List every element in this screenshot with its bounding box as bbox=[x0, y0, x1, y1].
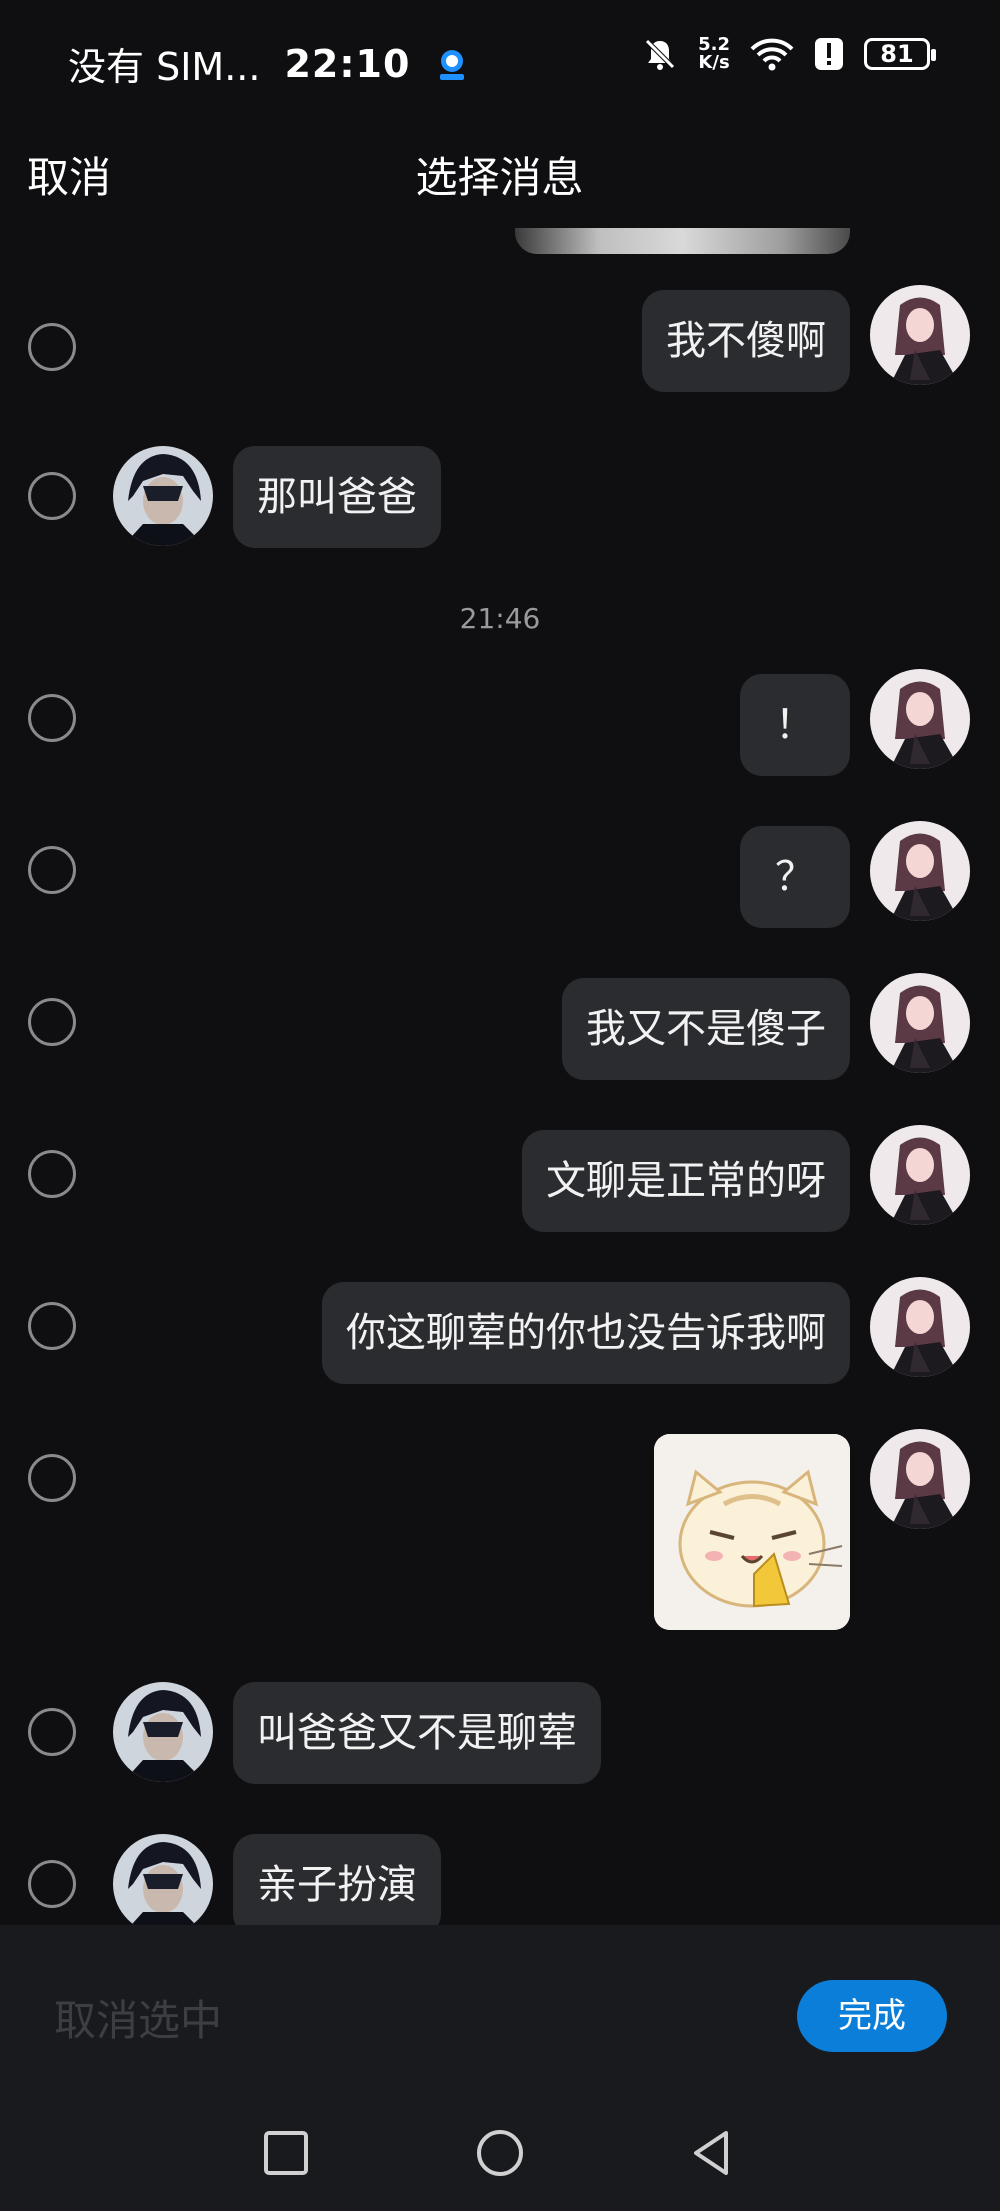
self-avatar[interactable] bbox=[870, 1125, 970, 1225]
select-checkbox[interactable] bbox=[28, 1860, 76, 1908]
partial-image-message bbox=[515, 228, 850, 254]
message-row[interactable]: 那叫爸爸 bbox=[0, 446, 1000, 562]
message-bubble[interactable]: 我又不是傻子 bbox=[562, 978, 850, 1080]
select-checkbox[interactable] bbox=[28, 998, 76, 1046]
page-title-text: 选择消息 bbox=[415, 153, 584, 202]
chat-list[interactable]: 我不傻啊 那叫爸爸 21:46 ！ ？ 我又不是傻子 文聊是正常的呀 你这聊荤的… bbox=[0, 220, 1000, 1925]
speed-unit: K/s bbox=[698, 52, 730, 73]
status-bar: 没有 SIM... 22:10 5.2 K/s 81 bbox=[0, 0, 1000, 120]
contact-avatar[interactable] bbox=[113, 1682, 213, 1782]
battery-indicator: 81 bbox=[864, 38, 936, 70]
status-right: 5.2 K/s 81 bbox=[642, 36, 936, 72]
network-speed: 5.2 K/s bbox=[698, 36, 730, 72]
select-checkbox[interactable] bbox=[28, 1302, 76, 1350]
message-bubble[interactable]: ！ bbox=[740, 674, 850, 776]
message-bubble[interactable]: 那叫爸爸 bbox=[233, 446, 441, 548]
message-row[interactable]: 我不傻啊 bbox=[0, 285, 1000, 400]
cat-sticker[interactable] bbox=[654, 1434, 850, 1630]
message-bubble[interactable]: ？ bbox=[740, 826, 850, 928]
carrier-text: 没有 SIM... bbox=[68, 45, 261, 89]
message-row[interactable]: 亲子扮演 bbox=[0, 1834, 1000, 1925]
contact-avatar[interactable] bbox=[113, 1834, 213, 1925]
message-row[interactable]: 我又不是傻子 bbox=[0, 973, 1000, 1108]
message-row[interactable]: ？ bbox=[0, 821, 1000, 956]
self-avatar[interactable] bbox=[870, 821, 970, 921]
selection-action-bar: 取消选中 完成 bbox=[0, 1925, 1000, 2095]
home-icon[interactable] bbox=[470, 2123, 530, 2183]
message-row[interactable]: 文聊是正常的呀 bbox=[0, 1125, 1000, 1260]
select-checkbox[interactable] bbox=[28, 846, 76, 894]
select-checkbox[interactable] bbox=[28, 694, 76, 742]
self-avatar[interactable] bbox=[870, 973, 970, 1073]
message-bubble[interactable]: 亲子扮演 bbox=[233, 1834, 441, 1925]
muted-bell-icon bbox=[645, 39, 675, 70]
select-checkbox[interactable] bbox=[28, 472, 76, 520]
timestamp: 21:46 bbox=[459, 602, 541, 635]
message-row[interactable]: ！ bbox=[0, 669, 1000, 804]
message-bubble[interactable]: 我不傻啊 bbox=[642, 290, 850, 392]
page-title: 选择消息 bbox=[0, 144, 1000, 205]
header: 取消 选择消息 bbox=[0, 120, 1000, 220]
done-button[interactable]: 完成 bbox=[797, 1980, 947, 2052]
status-left: 没有 SIM... 22:10 bbox=[68, 36, 470, 91]
select-checkbox[interactable] bbox=[28, 1454, 76, 1502]
wifi-icon bbox=[750, 38, 794, 71]
message-row[interactable] bbox=[0, 1429, 1000, 1664]
self-avatar[interactable] bbox=[870, 1277, 970, 1377]
clock: 22:10 bbox=[284, 41, 411, 86]
self-avatar[interactable] bbox=[870, 669, 970, 769]
message-row[interactable]: 你这聊荤的你也没告诉我啊 bbox=[0, 1277, 1000, 1412]
back-icon[interactable] bbox=[682, 2123, 742, 2183]
qq-notification-icon bbox=[440, 49, 465, 80]
recent-apps-icon[interactable] bbox=[256, 2123, 316, 2183]
message-row[interactable]: 叫爸爸又不是聊荤 bbox=[0, 1682, 1000, 1818]
self-avatar[interactable] bbox=[870, 1429, 970, 1529]
deselect-button[interactable]: 取消选中 bbox=[54, 1987, 222, 2048]
system-nav-bar bbox=[0, 2095, 1000, 2211]
message-bubble[interactable]: 你这聊荤的你也没告诉我啊 bbox=[322, 1282, 850, 1384]
message-bubble[interactable]: 文聊是正常的呀 bbox=[522, 1130, 850, 1232]
select-checkbox[interactable] bbox=[28, 1150, 76, 1198]
contact-avatar[interactable] bbox=[113, 446, 213, 546]
message-bubble[interactable]: 叫爸爸又不是聊荤 bbox=[233, 1682, 601, 1784]
select-checkbox[interactable] bbox=[28, 1708, 76, 1756]
self-avatar[interactable] bbox=[870, 285, 970, 385]
alert-icon bbox=[815, 38, 843, 70]
select-checkbox[interactable] bbox=[28, 323, 76, 371]
